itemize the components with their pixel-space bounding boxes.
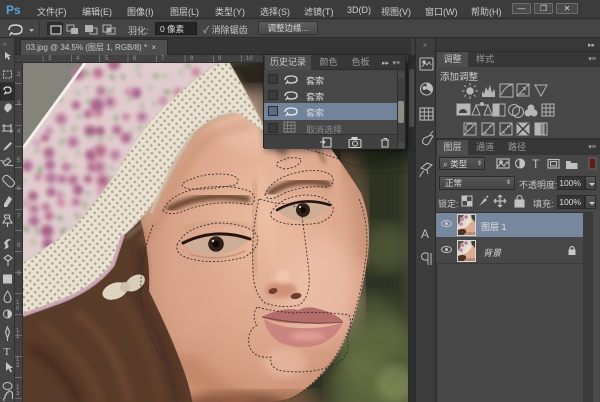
svg-text:»: » — [423, 42, 427, 49]
svg-text:T: T — [4, 346, 11, 358]
svg-text:»: » — [3, 42, 7, 48]
svg-text:T: T — [532, 157, 540, 171]
svg-text:A: A — [421, 227, 429, 241]
